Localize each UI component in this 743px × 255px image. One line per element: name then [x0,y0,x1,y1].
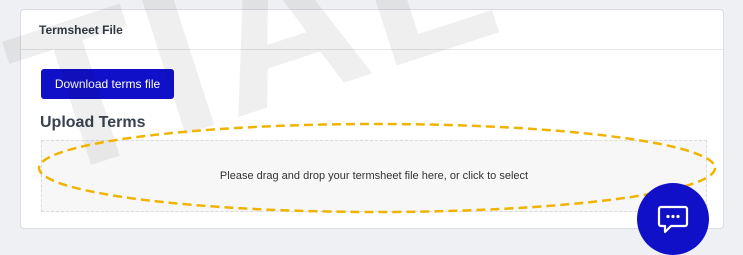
termsheet-card: Termsheet File Download terms file Uploa… [20,9,724,229]
chat-bubble-icon [657,205,689,234]
file-dropzone[interactable]: Please drag and drop your termsheet file… [41,140,707,212]
upload-terms-heading: Upload Terms [40,114,146,131]
card-title: Termsheet File [39,22,123,37]
chat-launcher-button[interactable] [637,183,709,255]
dropzone-instructions: Please drag and drop your termsheet file… [219,170,529,182]
download-terms-button[interactable]: Download terms file [41,69,174,99]
card-header: Termsheet File [21,10,723,50]
